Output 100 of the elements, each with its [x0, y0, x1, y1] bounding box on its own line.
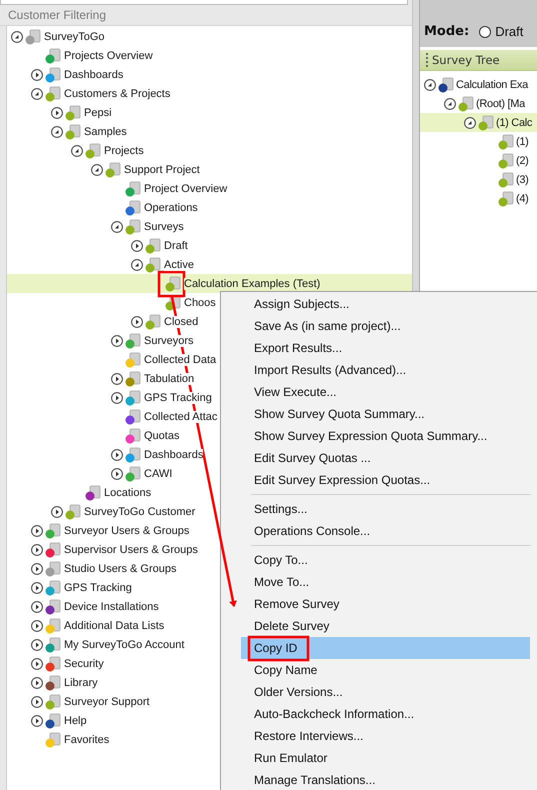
menu-item[interactable]: Settings... — [241, 498, 530, 520]
tree-row[interactable]: Pepsi — [7, 103, 412, 122]
collapse-toggle-icon[interactable] — [444, 98, 456, 110]
tree-row[interactable]: Customers & Projects — [7, 84, 412, 103]
tree-label: Choos — [184, 296, 216, 308]
menu-item[interactable]: Import Results (Advanced)... — [241, 359, 530, 381]
expand-toggle-icon[interactable] — [111, 468, 123, 480]
tree-label: Library — [64, 676, 98, 688]
tree-row[interactable]: Surveys — [7, 217, 412, 236]
menu-item[interactable]: Assign Subjects... — [241, 293, 530, 315]
tree-label: Project Overview — [144, 182, 228, 194]
collapse-toggle-icon[interactable] — [11, 30, 23, 42]
menu-item[interactable]: Manage Translations... — [241, 769, 530, 790]
node-icon — [45, 712, 61, 728]
tree-label: Support Project — [124, 164, 200, 176]
expand-toggle-icon[interactable] — [31, 696, 43, 708]
tree-row[interactable]: (4) — [420, 189, 537, 208]
expand-toggle-icon[interactable] — [31, 68, 43, 80]
tree-label: Locations — [104, 486, 152, 498]
tree-row[interactable]: Projects Overview — [7, 46, 412, 65]
tree-row[interactable]: (1) — [420, 132, 537, 151]
tree-row[interactable]: (Root) [Ma — [420, 94, 537, 113]
menu-item[interactable]: Show Survey Quota Summary... — [241, 403, 530, 425]
expand-toggle-icon[interactable] — [51, 106, 63, 118]
expand-toggle-icon[interactable] — [131, 316, 143, 328]
menu-item[interactable]: View Execute... — [241, 381, 530, 403]
expand-toggle-icon[interactable] — [31, 638, 43, 650]
tree-label: SurveyToGo — [44, 30, 105, 42]
expand-toggle-icon[interactable] — [111, 334, 123, 346]
node-icon — [45, 674, 61, 690]
menu-item[interactable]: Export Results... — [241, 337, 530, 359]
menu-item[interactable]: Older Versions... — [241, 681, 530, 703]
expand-toggle-icon[interactable] — [31, 658, 43, 670]
menu-item[interactable]: Show Survey Expression Quota Summary... — [241, 425, 530, 447]
node-icon — [498, 134, 514, 150]
expand-toggle-icon[interactable] — [31, 524, 43, 536]
collapse-toggle-icon[interactable] — [131, 258, 143, 270]
expand-toggle-icon[interactable] — [111, 372, 123, 384]
expand-toggle-icon[interactable] — [31, 582, 43, 594]
collapse-toggle-icon[interactable] — [91, 164, 103, 176]
node-icon — [25, 28, 41, 44]
tree-row[interactable]: Project Overview — [7, 179, 412, 198]
tree-row[interactable]: Operations — [7, 198, 412, 217]
tree-label: Device Installations — [64, 600, 159, 612]
tree-label: Studio Users & Groups — [64, 562, 176, 574]
tree-row[interactable]: SurveyToGo — [7, 27, 412, 46]
tree-row[interactable]: Draft — [7, 236, 412, 255]
collapse-toggle-icon[interactable] — [51, 126, 63, 138]
node-icon — [498, 190, 514, 206]
tree-label: Help — [64, 714, 87, 726]
menu-item[interactable]: Restore Interviews... — [241, 725, 530, 747]
tree-label: Favorites — [64, 734, 110, 746]
menu-item[interactable]: Delete Survey — [241, 615, 530, 637]
node-icon — [125, 370, 141, 386]
tree-row[interactable]: Active — [7, 255, 412, 274]
collapse-toggle-icon[interactable] — [424, 78, 436, 90]
menu-item[interactable]: Copy Name — [241, 659, 530, 681]
tree-label: Security — [64, 658, 104, 670]
tree-row[interactable]: Dashboards — [7, 65, 412, 84]
mode-radio[interactable]: Draft — [479, 24, 524, 39]
menu-item[interactable]: Remove Survey — [241, 593, 530, 615]
expand-toggle-icon[interactable] — [31, 714, 43, 726]
node-icon — [125, 390, 141, 406]
menu-item[interactable]: Move To... — [241, 571, 530, 593]
menu-item[interactable]: Copy ID — [241, 637, 530, 659]
annotation-frame — [158, 270, 186, 298]
tree-row[interactable]: Calculation Exa — [420, 75, 537, 94]
tree-label: (2) — [516, 154, 529, 166]
menu-item[interactable]: Edit Survey Expression Quotas... — [241, 469, 530, 491]
expand-toggle-icon[interactable] — [31, 620, 43, 632]
collapse-toggle-icon[interactable] — [31, 88, 43, 100]
tree-row[interactable]: (2) — [420, 151, 537, 170]
collapse-toggle-icon[interactable] — [111, 220, 123, 232]
expand-toggle-icon[interactable] — [51, 506, 63, 518]
node-icon — [45, 66, 61, 82]
menu-item[interactable]: Copy To... — [241, 549, 530, 571]
menu-item[interactable]: Operations Console... — [241, 520, 530, 542]
expand-toggle-icon[interactable] — [31, 562, 43, 574]
expand-toggle-icon[interactable] — [31, 600, 43, 612]
collapse-toggle-icon[interactable] — [71, 144, 83, 156]
expand-toggle-icon[interactable] — [131, 240, 143, 252]
tree-label: CAWI — [144, 468, 172, 480]
node-icon — [65, 504, 81, 520]
tree-row[interactable]: Samples — [7, 122, 412, 141]
tree-row[interactable]: Support Project — [7, 160, 412, 179]
collapse-toggle-icon[interactable] — [464, 116, 476, 128]
expand-toggle-icon[interactable] — [111, 448, 123, 460]
tree-row[interactable]: (1) Calc — [420, 113, 537, 132]
menu-item[interactable]: Save As (in same project)... — [241, 315, 530, 337]
menu-item[interactable]: Auto-Backcheck Information... — [241, 703, 530, 725]
tree-row[interactable]: (3) — [420, 170, 537, 189]
menu-item[interactable]: Edit Survey Quotas ... — [241, 447, 530, 469]
tree-label: Projects — [104, 144, 144, 156]
node-icon — [438, 76, 454, 92]
expand-toggle-icon[interactable] — [31, 676, 43, 688]
menu-item[interactable]: Run Emulator — [241, 747, 530, 769]
expand-toggle-icon[interactable] — [31, 544, 43, 556]
tree-row[interactable]: Calculation Examples (Test) — [7, 274, 412, 293]
expand-toggle-icon[interactable] — [111, 392, 123, 404]
tree-row[interactable]: Projects — [7, 141, 412, 160]
